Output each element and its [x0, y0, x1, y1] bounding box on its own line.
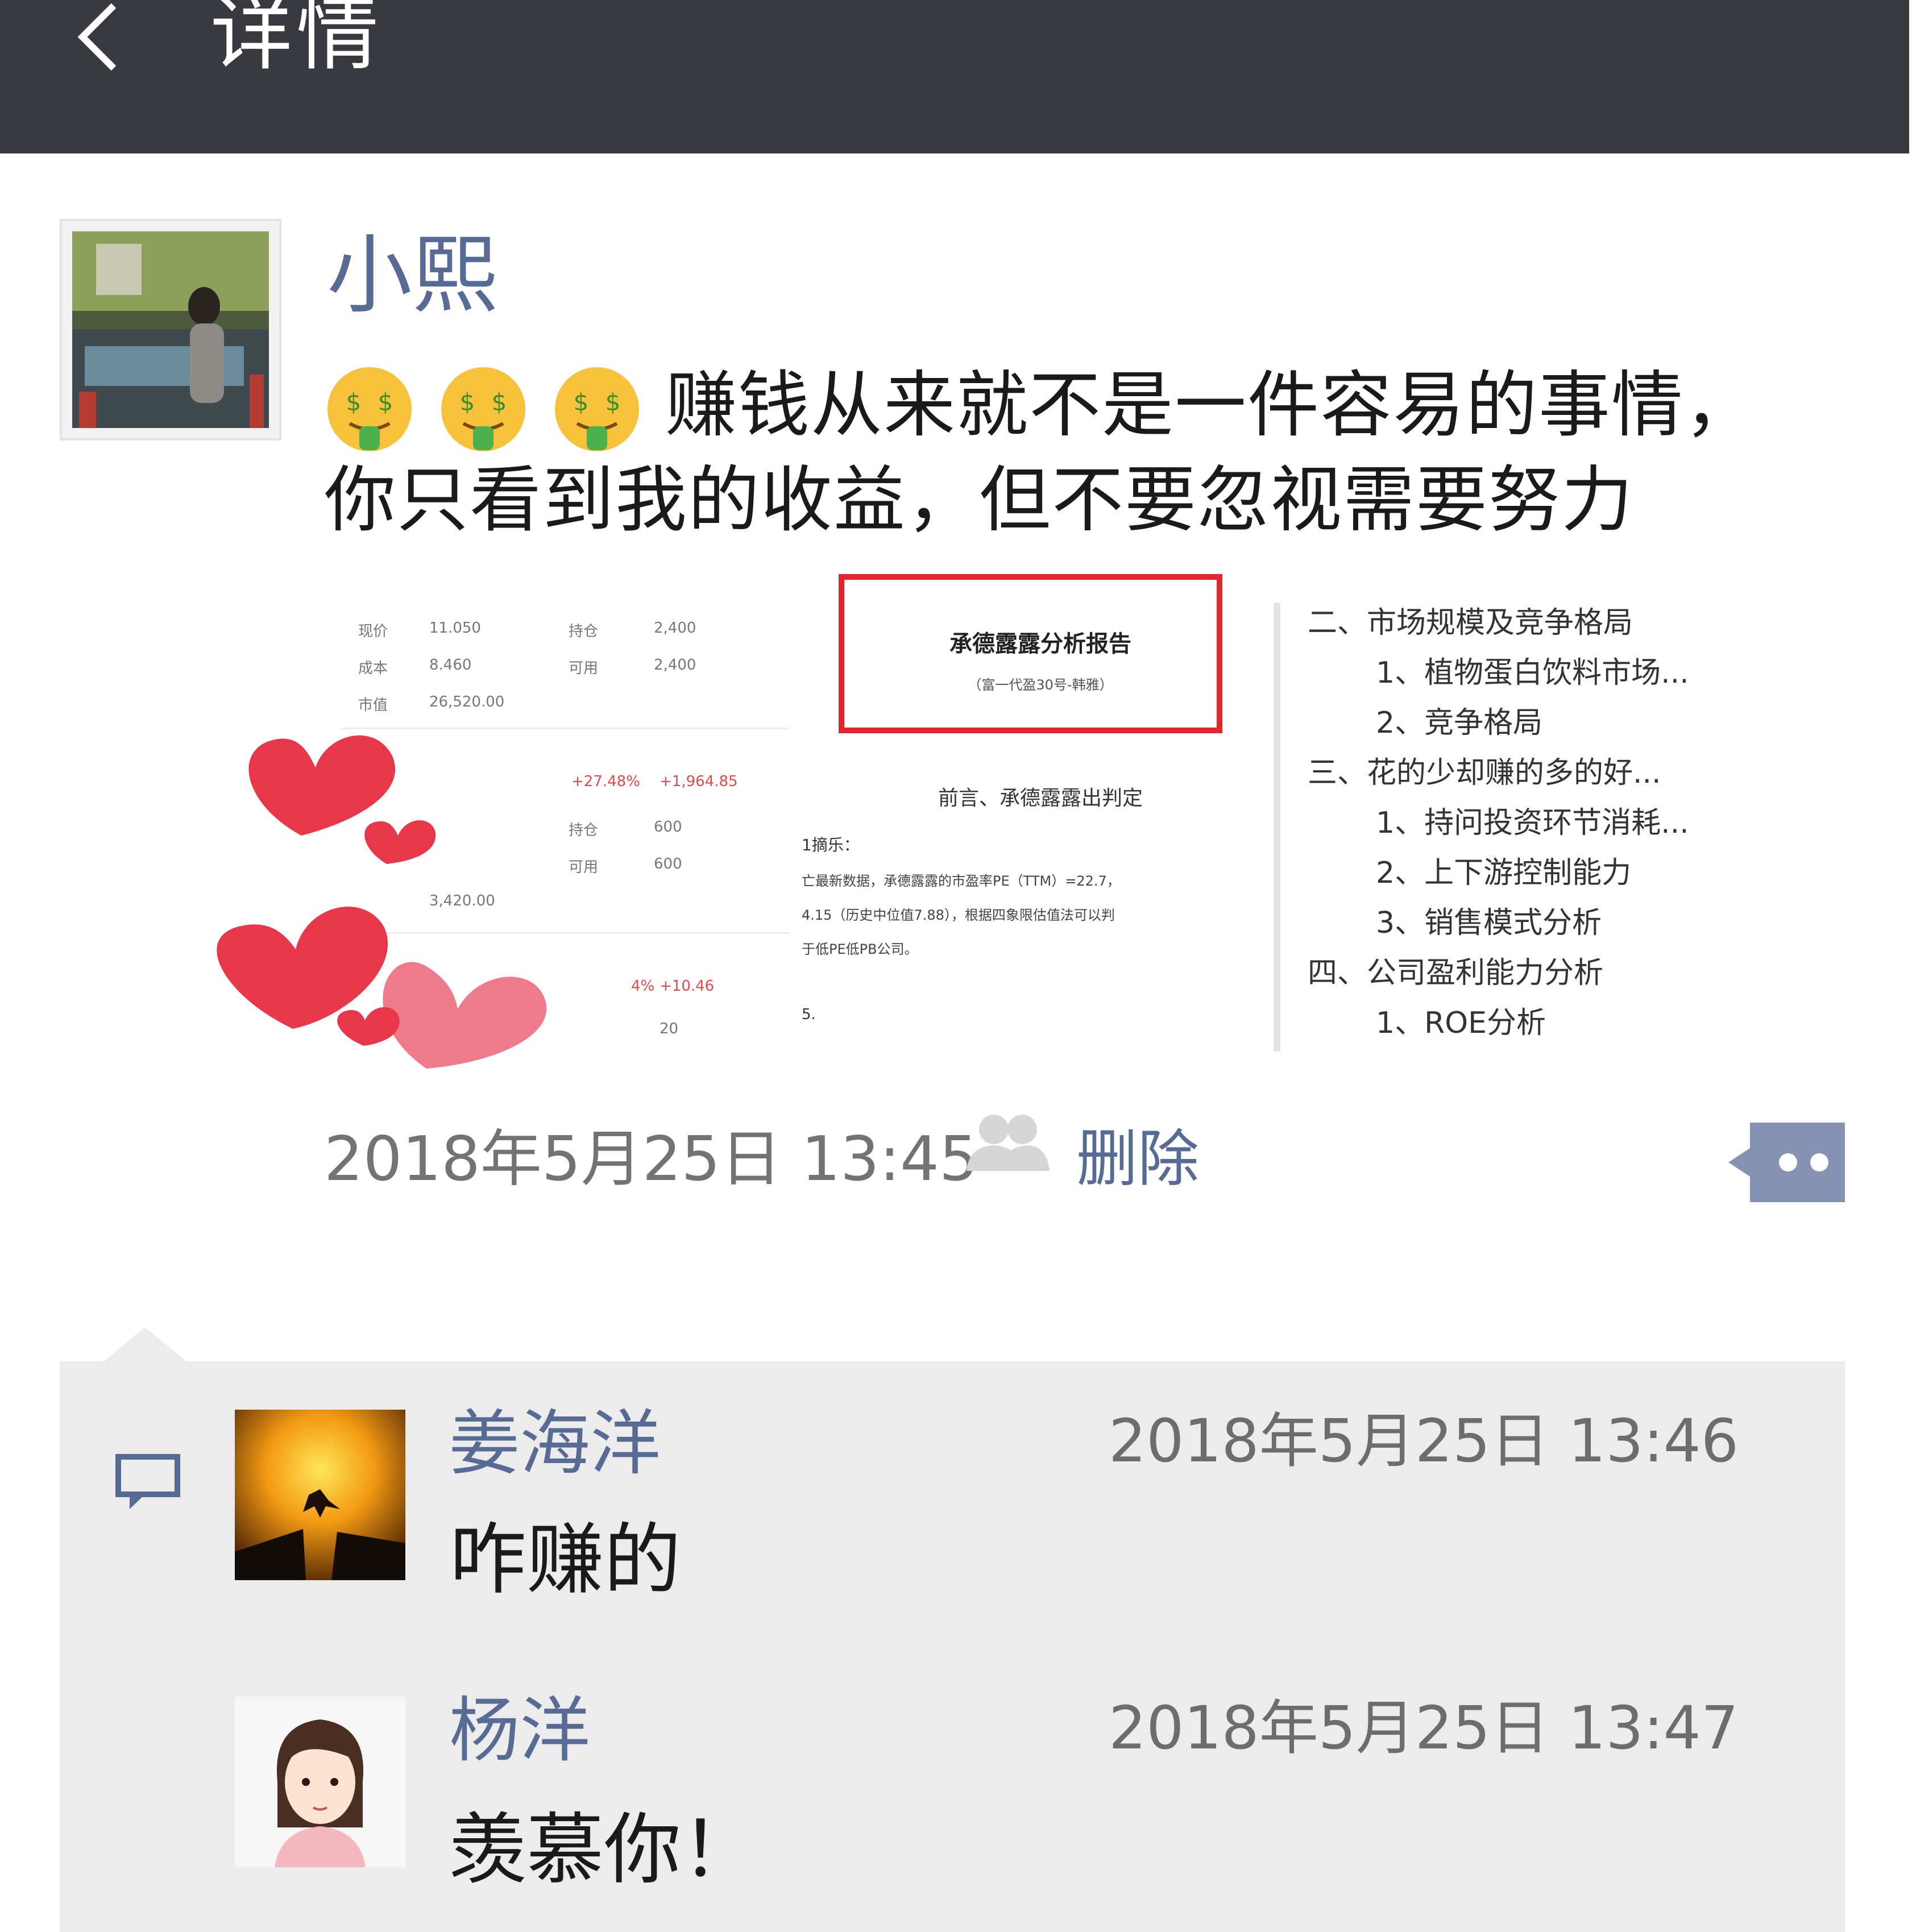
report-mark: 5.: [802, 1006, 816, 1023]
post-text-line-2: 你只看到我的收益，但不要忽视需要努力: [324, 458, 1634, 542]
post-image-outline[interactable]: 二、市场规模及竞争格局 1、植物蛋白饮料市场... 2、竞争格局 三、花的少却赚…: [1274, 603, 1728, 1052]
svg-text:$: $: [492, 388, 507, 416]
outline-item: 1、ROE分析: [1376, 1006, 1546, 1040]
panel-arrow: [102, 1327, 188, 1362]
report-label: 1摘乐：: [802, 836, 860, 854]
report-paragraph: 亡最新数据，承德露露的市盈率PE（TTM）=22.7，: [802, 873, 1121, 889]
post-image-report[interactable]: 承德露露分析报告 （富一代盈30号-韩雅） 前言、承德露露出判定 1摘乐： 亡最…: [790, 574, 1279, 1052]
stock-value: 2,400: [654, 620, 696, 637]
post-timestamp: 2018年5月25日 13:45: [324, 1124, 978, 1195]
stock-value: 20: [660, 1020, 679, 1037]
stock-value: 2,400: [654, 657, 696, 674]
more-actions-button[interactable]: [1728, 1123, 1845, 1202]
outline-item: 二、市场规模及竞争格局: [1308, 606, 1633, 640]
comment-timestamp: 2018年5月25日 13:46: [1109, 1406, 1739, 1476]
comment-bubble-icon: [115, 1454, 180, 1509]
outline-item: 四、公司盈利能力分析: [1308, 956, 1604, 990]
commenter-avatar[interactable]: [235, 1697, 405, 1867]
outline-item: 三、花的少却赚的多的好...: [1308, 756, 1661, 790]
page-title: 详情: [210, 0, 382, 82]
gain-amount: +10.46: [660, 978, 715, 995]
outline-item: 2、上下游控制能力: [1376, 856, 1632, 890]
gain-amount: +1,964.85: [660, 773, 738, 790]
svg-text:$: $: [574, 388, 589, 416]
outline-item: 1、持问投资环节消耗...: [1376, 806, 1689, 840]
gain-percent: 4%: [631, 978, 655, 995]
stock-value: 600: [654, 855, 682, 872]
author-name[interactable]: 小熙: [327, 222, 497, 330]
post-text-line-1: 赚钱从来就不是一件容易的事情，: [665, 363, 1757, 447]
hearts-sticker: [217, 735, 547, 1069]
svg-text:$: $: [346, 388, 362, 416]
money-mouth-face-icon: $ $: [327, 367, 412, 451]
commenter-name[interactable]: 姜海洋: [449, 1398, 661, 1489]
stock-label: 成本: [358, 660, 388, 677]
report-title: 承德露露分析报告: [949, 630, 1131, 657]
report-paragraph: 4.15（历史中位值7.88），根据四象限估值法可以判: [802, 907, 1115, 923]
delete-link[interactable]: 删除: [1076, 1120, 1199, 1199]
tree-border: [1274, 603, 1280, 1052]
comment-timestamp: 2018年5月25日 13:47: [1109, 1693, 1739, 1763]
comment-text: 羡慕你！: [449, 1805, 758, 1895]
commenter-avatar[interactable]: [235, 1410, 405, 1580]
stock-label: 现价: [358, 623, 388, 640]
money-mouth-face-icon: $ $: [441, 367, 525, 451]
svg-text:$: $: [378, 388, 393, 416]
money-mouth-face-icon: $ $: [555, 367, 639, 451]
stock-label: 持仓: [569, 623, 599, 640]
report-section: 前言、承德露露出判定: [938, 787, 1143, 810]
comment-text: 咋赚的: [449, 1515, 681, 1605]
author-avatar[interactable]: [60, 219, 281, 441]
avatar-cartoon-girl: [235, 1697, 405, 1867]
svg-text:$: $: [460, 388, 475, 416]
outline-item: 2、竞争格局: [1376, 706, 1543, 740]
stock-value: 11.050: [429, 620, 481, 637]
avatar-photo: [72, 231, 269, 428]
commenter-name[interactable]: 杨洋: [449, 1685, 590, 1776]
svg-text:$: $: [605, 388, 621, 416]
stock-value: 8.460: [429, 657, 472, 674]
report-subtitle: （富一代盈30号-韩雅）: [968, 677, 1113, 693]
chevron-left-icon[interactable]: [68, 0, 131, 80]
outline-item: 1、植物蛋白饮料市场...: [1376, 656, 1689, 690]
report-paragraph: 于低PE低PB公司。: [802, 941, 918, 957]
avatar-sunset-photo: [235, 1410, 405, 1580]
outline-item: 3、销售模式分析: [1376, 906, 1602, 940]
stock-label: 可用: [569, 660, 599, 677]
stock-value: 600: [654, 818, 682, 836]
friends-icon[interactable]: [961, 1111, 1052, 1174]
